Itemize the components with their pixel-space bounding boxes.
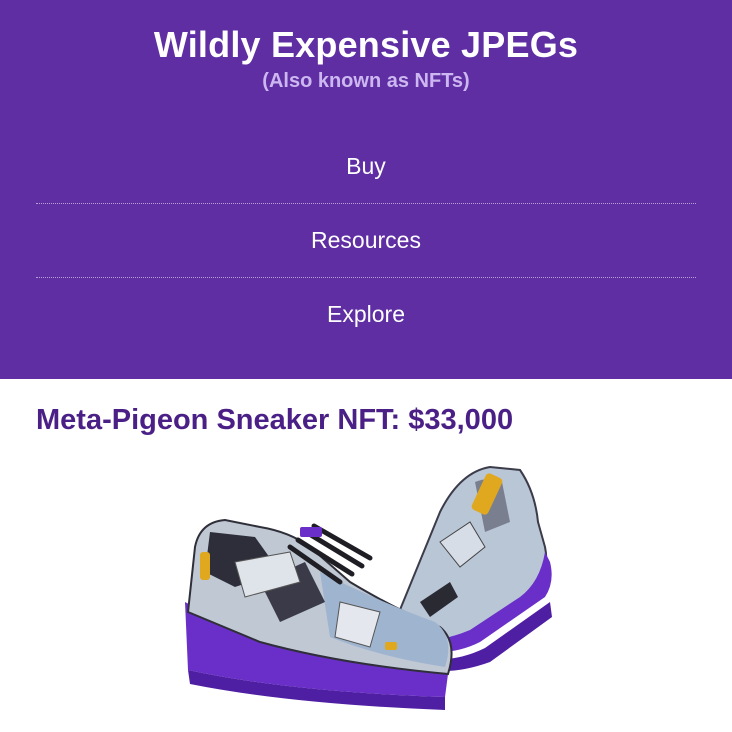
nav-item-explore[interactable]: Explore: [36, 278, 696, 351]
sneaker-image: [185, 465, 552, 710]
main-nav: Buy Resources Explore: [36, 130, 696, 351]
product-title: Meta-Pigeon Sneaker NFT: $33,000: [36, 404, 514, 436]
site-subtitle: (Also known as NFTs): [262, 70, 470, 92]
nav-item-buy[interactable]: Buy: [36, 130, 696, 204]
nav-item-resources[interactable]: Resources: [36, 204, 696, 278]
site-title: Wildly Expensive JPEGs: [153, 24, 579, 65]
site-header: Wildly Expensive JPEGs (Also known as NF…: [0, 0, 732, 379]
sneaker-front: [185, 518, 453, 710]
